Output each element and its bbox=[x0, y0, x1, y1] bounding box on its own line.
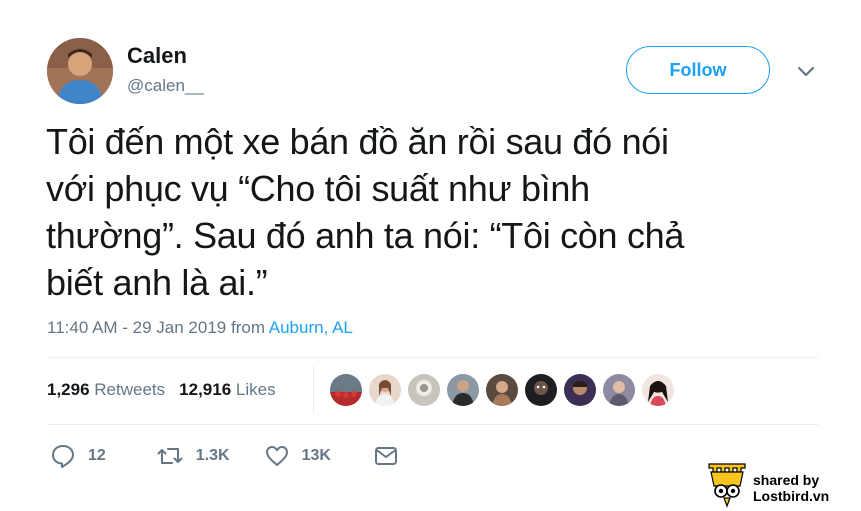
retweets-label: Retweets bbox=[94, 380, 166, 399]
chevron-down-icon[interactable] bbox=[795, 62, 817, 80]
retweets-stat[interactable]: 1,296 Retweets bbox=[47, 380, 165, 400]
tweet-actions: 12 1.3K 13K bbox=[50, 443, 423, 469]
retweet-button[interactable]: 1.3K bbox=[156, 443, 230, 469]
tweet-text: Tôi đến một xe bán đồ ăn rồi sau đó nói … bbox=[46, 121, 685, 303]
liker-avatar[interactable] bbox=[486, 374, 518, 406]
tweet-timestamp[interactable]: 11:40 AM - 29 Jan 2019 from bbox=[47, 318, 269, 337]
lostbird-logo-icon bbox=[707, 462, 747, 511]
liker-avatar[interactable] bbox=[642, 374, 674, 406]
like-count: 13K bbox=[301, 447, 331, 464]
reply-count: 12 bbox=[88, 447, 106, 464]
like-button[interactable]: 13K bbox=[264, 443, 331, 469]
liker-avatar[interactable] bbox=[525, 374, 557, 406]
heart-icon bbox=[264, 443, 290, 469]
liker-avatar[interactable] bbox=[369, 374, 401, 406]
follow-button[interactable]: Follow bbox=[626, 46, 770, 94]
tweet-location-link[interactable]: Auburn, AL bbox=[269, 318, 353, 337]
lostbird-watermark: shared by Lostbird.vn bbox=[707, 462, 829, 511]
stats-divider bbox=[313, 366, 314, 414]
likes-label: Likes bbox=[235, 380, 276, 399]
likes-stat[interactable]: 12,916 Likes bbox=[179, 380, 275, 400]
likes-count: 12,916 bbox=[179, 380, 232, 399]
likers-avatars bbox=[330, 374, 674, 406]
liker-avatar[interactable] bbox=[603, 374, 635, 406]
reply-button[interactable]: 12 bbox=[50, 443, 106, 469]
author-handle[interactable]: @calen__ bbox=[127, 76, 204, 96]
tweet-meta: 11:40 AM - 29 Jan 2019 from Auburn, AL bbox=[47, 318, 353, 338]
watermark-line1: shared by bbox=[753, 471, 820, 488]
divider bbox=[47, 424, 818, 425]
author-avatar[interactable] bbox=[47, 38, 113, 104]
liker-avatar[interactable] bbox=[330, 374, 362, 406]
message-icon bbox=[373, 443, 399, 469]
watermark-line2: Lostbird.vn bbox=[753, 487, 830, 504]
retweets-count: 1,296 bbox=[47, 380, 90, 399]
reply-icon bbox=[50, 443, 76, 469]
direct-message-button[interactable] bbox=[373, 443, 399, 469]
tweet-stats: 1,296 Retweets 12,916 Likes bbox=[47, 380, 276, 400]
liker-avatar[interactable] bbox=[564, 374, 596, 406]
author-name[interactable]: Calen bbox=[127, 43, 187, 69]
divider bbox=[47, 357, 818, 358]
retweet-count: 1.3K bbox=[195, 447, 230, 464]
liker-avatar[interactable] bbox=[408, 374, 440, 406]
retweet-icon bbox=[156, 443, 184, 469]
liker-avatar[interactable] bbox=[447, 374, 479, 406]
